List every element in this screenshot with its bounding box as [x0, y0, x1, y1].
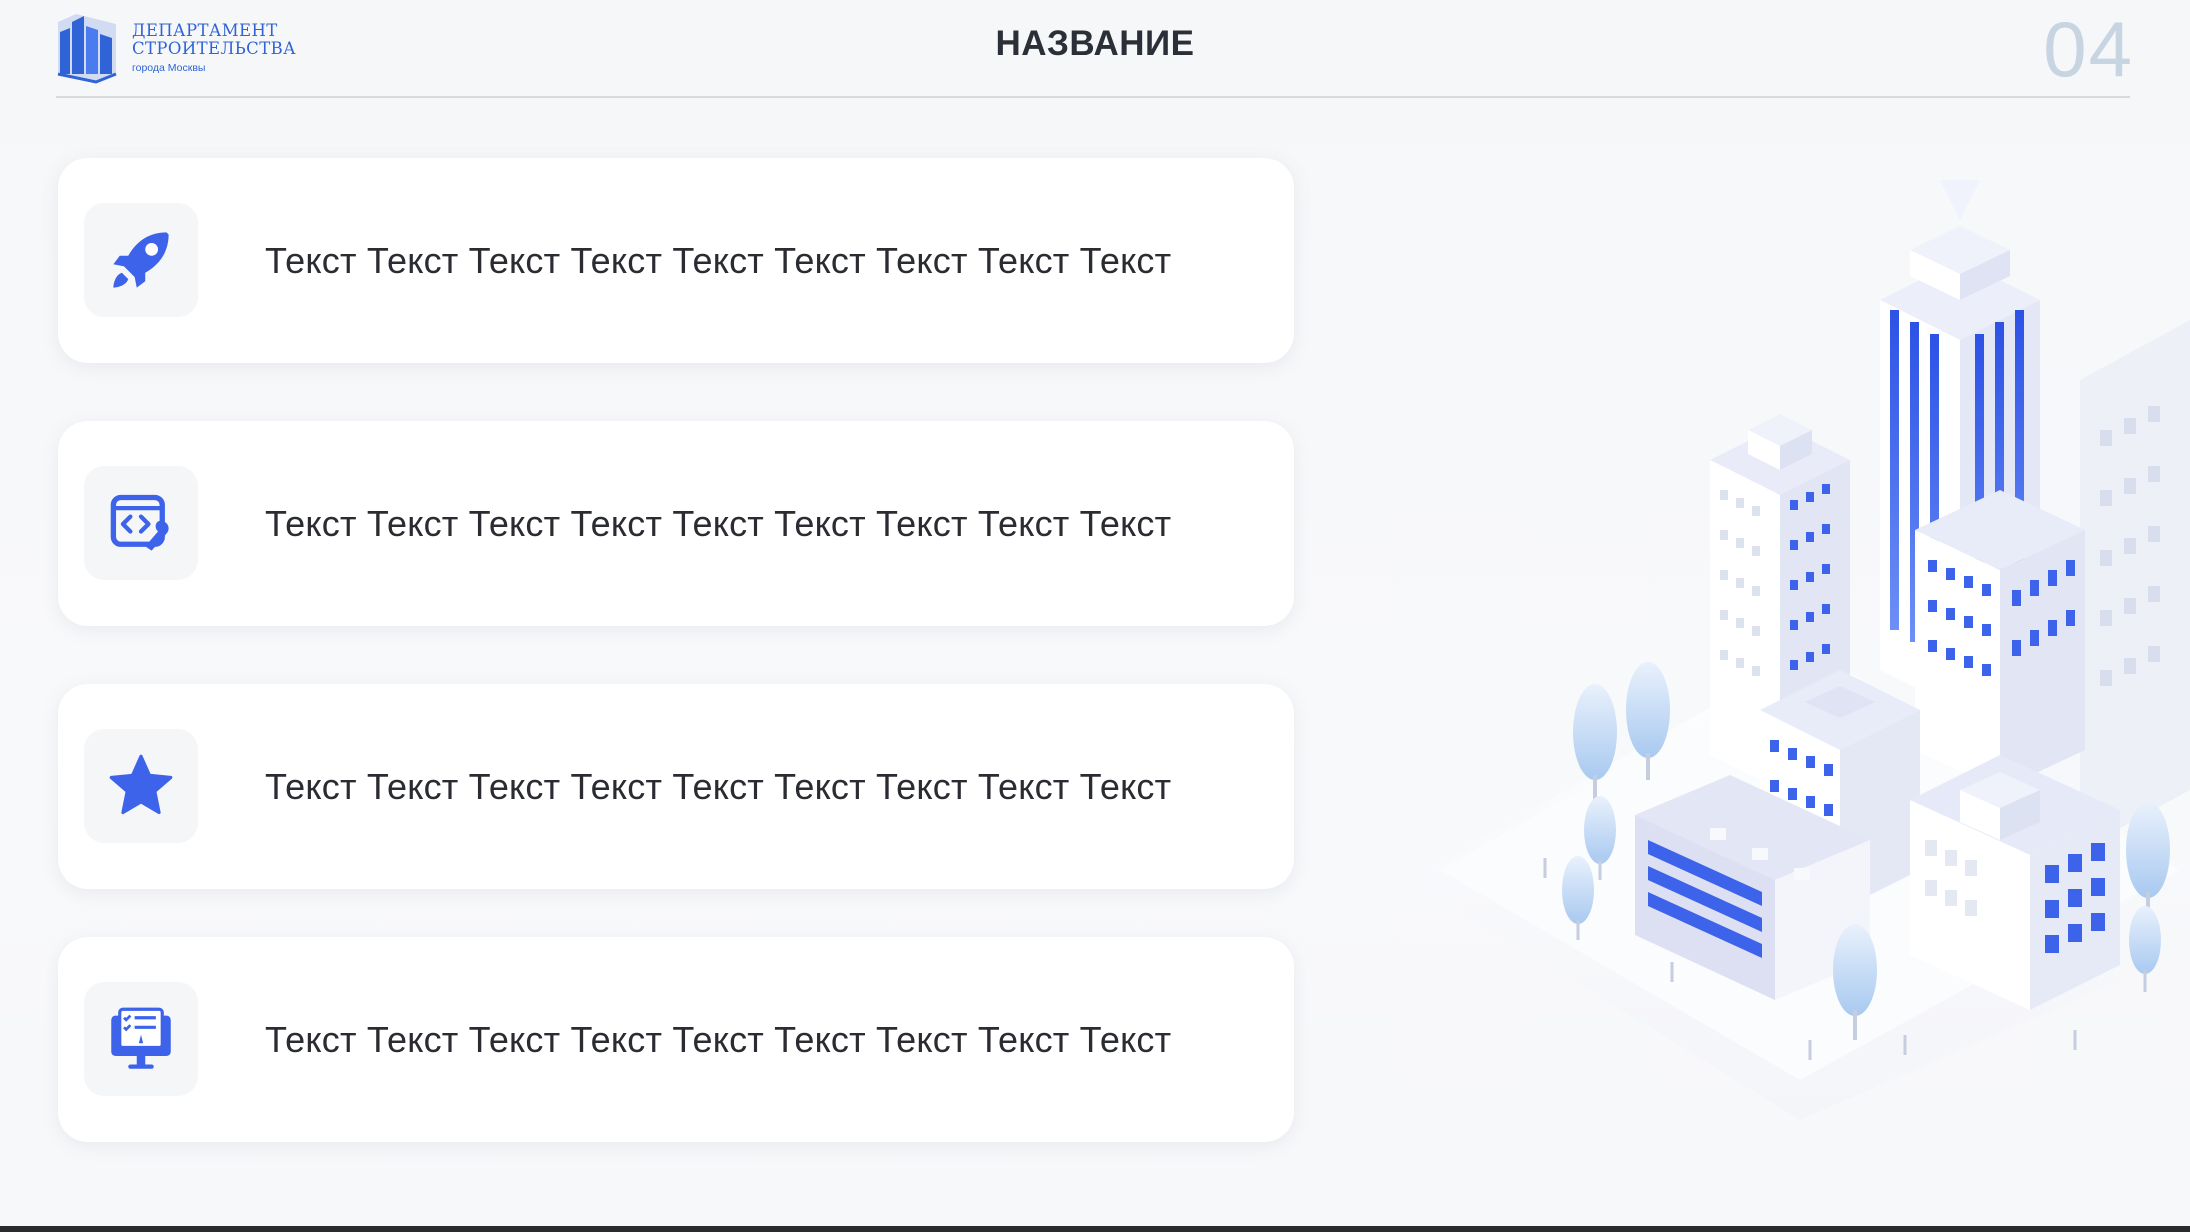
card-text: Текст Текст Текст Текст Текст Текст Текс…: [265, 765, 1172, 807]
icon-tile: [84, 466, 198, 580]
page-title: НАЗВАНИЕ: [995, 24, 1195, 63]
header-divider: [56, 96, 2130, 98]
feature-card-1: Текст Текст Текст Текст Текст Текст Текс…: [58, 158, 1294, 363]
card-text: Текст Текст Текст Текст Текст Текст Текс…: [265, 1018, 1172, 1060]
card-text: Текст Текст Текст Текст Текст Текст Текс…: [265, 239, 1172, 281]
star-icon: [109, 754, 173, 815]
rocket-icon: [113, 232, 169, 288]
bottom-border: [0, 1226, 2190, 1232]
feature-card-3: Текст Текст Текст Текст Текст Текст Текс…: [58, 684, 1294, 889]
icon-tile: [84, 729, 198, 843]
logo-line-3: города Москвы: [132, 62, 206, 75]
code-settings-icon: [110, 494, 169, 551]
feature-card-4: Текст Текст Текст Текст Текст Текст Текс…: [58, 937, 1294, 1142]
isometric-city-illustration: [1410, 180, 2190, 1120]
page-number: 04: [2043, 5, 2134, 93]
monitor-checklist-icon: [111, 1007, 171, 1069]
card-text: Текст Текст Текст Текст Текст Текст Текс…: [265, 502, 1172, 544]
feature-card-2: Текст Текст Текст Текст Текст Текст Текс…: [58, 421, 1294, 626]
icon-tile: [84, 203, 198, 317]
icon-tile: [84, 982, 198, 1096]
slide: ДЕПАРТАМЕНТ СТРОИТЕЛЬСТВА города Москвы …: [0, 0, 2190, 1226]
